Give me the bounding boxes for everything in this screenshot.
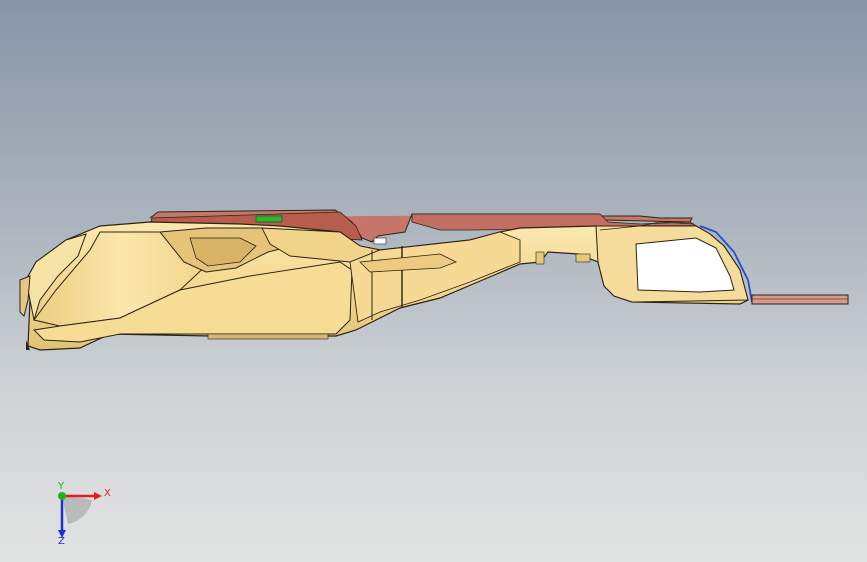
z-axis-label: Z xyxy=(58,536,65,544)
y-axis-dot xyxy=(58,492,66,500)
axis-triad: X Y Z xyxy=(48,481,118,547)
green-marker xyxy=(255,215,283,223)
triad-plane-shade xyxy=(62,496,92,524)
flange-tab xyxy=(751,294,849,305)
y-axis-label: Y xyxy=(57,482,65,492)
x-axis-label: X xyxy=(104,488,111,499)
x-arrow-head xyxy=(94,492,102,500)
model-canvas[interactable] xyxy=(0,0,867,562)
model-viewport[interactable] xyxy=(0,0,867,562)
right-end xyxy=(595,221,753,303)
